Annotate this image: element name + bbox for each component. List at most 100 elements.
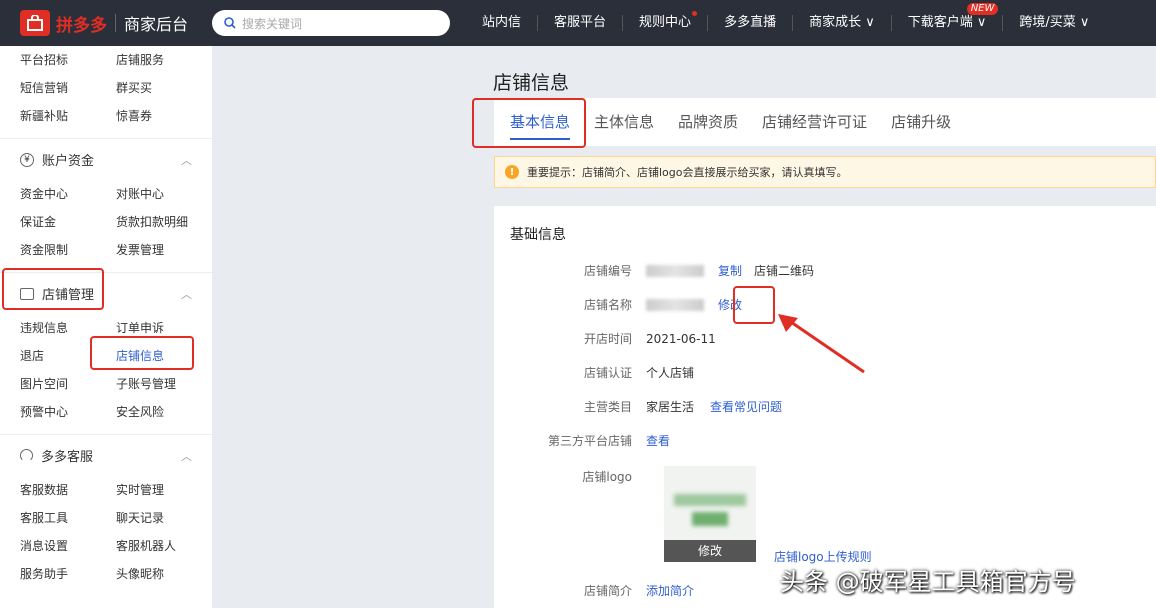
search-input[interactable]: 搜索关键词 [212,10,451,36]
notification-dot [692,11,698,16]
sidebar-item[interactable]: 资金限制 [20,236,116,264]
nav-download-client[interactable]: 下载客户端 ∨ NEW [892,3,1004,31]
watermark: 头条 @破军星工具箱官方号 [780,568,1076,596]
qrcode-link[interactable]: 店铺二维码 [754,262,814,279]
tab-subject-info[interactable]: 主体信息 [594,98,654,146]
sidebar-item[interactable]: 子账号管理 [116,370,212,398]
add-intro-link[interactable]: 添加简介 [646,582,694,599]
chevron-up-icon: ︿ [181,153,192,167]
sidebar-item[interactable]: 资金中心 [20,180,116,208]
edit-logo-button[interactable]: 修改 [664,540,756,562]
section-title: 多多客服 [41,450,94,465]
nav-service-platform[interactable]: 客服平台 [538,15,624,31]
highlight-shop-info [90,336,194,370]
nav-live[interactable]: 多多直播 [708,15,794,31]
nav-download-label: 下载客户端 ∨ [907,15,987,30]
brand-logo[interactable]: 拼多多 商家后台 [20,10,188,36]
basic-info-card: 基础信息 店铺编号 复制 店铺二维码 店铺名称 修改 开店时间 2021-06-… [494,206,1156,608]
chevron-up-icon: ︿ [181,287,192,301]
faq-link[interactable]: 查看常见问题 [710,398,782,415]
row-category: 主营类目 家居生活 查看常见问题 [494,398,794,415]
shop-id-value-blurred [646,264,704,277]
sidebar-item[interactable]: 短信营销 [20,74,116,102]
sidebar-item[interactable]: 服务助手 [20,560,116,588]
headset-icon [20,449,33,462]
row-certification: 店铺认证 个人店铺 [494,364,694,381]
page-title: 店铺信息 [493,72,570,94]
top-nav: 站内信 客服平台 规则中心 多多直播 商家成长 ∨ 下载客户端 ∨ NEW 跨境/… [466,3,1105,31]
sidebar-group-shop: 违规信息 订单申诉 退店 店铺信息 图片空间 子账号管理 预警中心 安全风险 [0,314,212,426]
sidebar-item[interactable]: 新疆补贴 [20,102,116,130]
section-title: 账户资金 [42,154,95,169]
sidebar-item[interactable]: 实时管理 [116,476,212,504]
sidebar-section-account-funds[interactable]: ¥ 账户资金 ︿ [0,138,212,180]
field-label: 店铺名称 [583,298,632,312]
row-open-date: 开店时间 2021-06-11 [494,330,716,347]
logo-blur-part [674,494,746,506]
row-logo: 店铺logo [494,468,646,485]
nav-growth[interactable]: 商家成长 ∨ [793,15,892,31]
field-label: 第三方平台店铺 [547,434,632,448]
sidebar-item[interactable]: 保证金 [20,208,116,236]
nav-rules-label: 规则中心 [639,15,692,30]
sidebar-item[interactable]: 预警中心 [20,398,116,426]
sidebar-section-customer-service[interactable]: 多多客服 ︿ [0,434,212,476]
sidebar-top-group: 平台招标 店铺服务 短信营销 群买买 新疆补贴 惊喜券 [0,46,212,130]
sidebar-item[interactable]: 客服数据 [20,476,116,504]
sidebar-item[interactable]: 货款扣款明细 [116,208,212,236]
card-title: 基础信息 [510,227,566,243]
sidebar-item[interactable]: 平台招标 [20,46,116,74]
sidebar: 平台招标 店铺服务 短信营销 群买买 新疆补贴 惊喜券 ¥ 账户资金 ︿ 资金中心… [0,46,212,608]
search-icon [224,17,236,29]
sidebar-item[interactable]: 发票管理 [116,236,212,264]
yen-icon: ¥ [20,152,34,167]
row-third-party: 第三方平台店铺 查看 [494,432,682,449]
tab-bar: 基本信息 主体信息 品牌资质 店铺经营许可证 店铺升级 [494,98,1156,146]
nav-rules-center[interactable]: 规则中心 [623,11,709,31]
notice-banner: ! 重要提示：店铺简介、店铺logo会直接展示给买家，请认真填写。 [494,156,1156,188]
sidebar-item[interactable]: 惊喜券 [116,102,212,130]
tab-business-license[interactable]: 店铺经营许可证 [762,98,867,146]
sidebar-item[interactable]: 图片空间 [20,370,116,398]
nav-messages[interactable]: 站内信 [466,15,539,31]
logo-bag-icon [20,10,50,36]
sidebar-item[interactable]: 消息设置 [20,532,116,560]
certification-value: 个人店铺 [646,366,695,380]
shop-name-value-blurred [646,298,704,311]
field-label: 店铺编号 [583,264,632,278]
field-label: 店铺认证 [583,366,632,380]
sidebar-item[interactable]: 群买买 [116,74,212,102]
tab-brand-qualification[interactable]: 品牌资质 [678,98,738,146]
copy-link[interactable]: 复制 [718,262,742,279]
chevron-up-icon: ︿ [181,449,192,463]
warning-icon: ! [505,165,519,179]
view-third-party-link[interactable]: 查看 [646,432,670,449]
row-shop-name: 店铺名称 修改 [494,296,754,313]
field-label: 开店时间 [583,332,632,346]
logo-text: 拼多多 [56,15,107,36]
tab-shop-upgrade[interactable]: 店铺升级 [891,98,951,146]
sidebar-item[interactable]: 聊天记录 [116,504,212,532]
sidebar-group-funds: 资金中心 对账中心 保证金 货款扣款明细 资金限制 发票管理 [0,180,212,264]
nav-cross-border[interactable]: 跨境/买菜 ∨ [1003,15,1105,31]
open-date-value: 2021-06-11 [646,331,716,346]
row-intro: 店铺简介 添加简介 [494,582,706,599]
sidebar-item[interactable]: 店铺服务 [116,46,212,74]
row-shop-id: 店铺编号 复制 店铺二维码 [494,262,814,279]
shop-logo-image: 修改 [664,466,756,562]
sidebar-item[interactable]: 对账中心 [116,180,212,208]
field-label: 主营类目 [583,400,632,414]
sidebar-item[interactable]: 客服机器人 [116,532,212,560]
main-content: 店铺信息 基本信息 主体信息 品牌资质 店铺经营许可证 店铺升级 ! 重要提示：… [212,46,1156,608]
category-value: 家居生活 [646,400,695,414]
notice-text: 重要提示：店铺简介、店铺logo会直接展示给买家，请认真填写。 [527,166,848,179]
sidebar-item[interactable]: 头像昵称 [116,560,212,588]
red-arrow-annotation [778,314,865,374]
top-bar: 拼多多 商家后台 搜索关键词 站内信 客服平台 规则中心 多多直播 商家成长 ∨… [0,0,1156,46]
field-label: 店铺logo [582,470,632,484]
sidebar-item[interactable]: 客服工具 [20,504,116,532]
highlight-edit-name [733,286,775,324]
highlight-tab-basic-info [472,98,586,148]
sidebar-item[interactable]: 安全风险 [116,398,212,426]
sidebar-group-service: 客服数据 实时管理 客服工具 聊天记录 消息设置 客服机器人 服务助手 头像昵称 [0,476,212,588]
